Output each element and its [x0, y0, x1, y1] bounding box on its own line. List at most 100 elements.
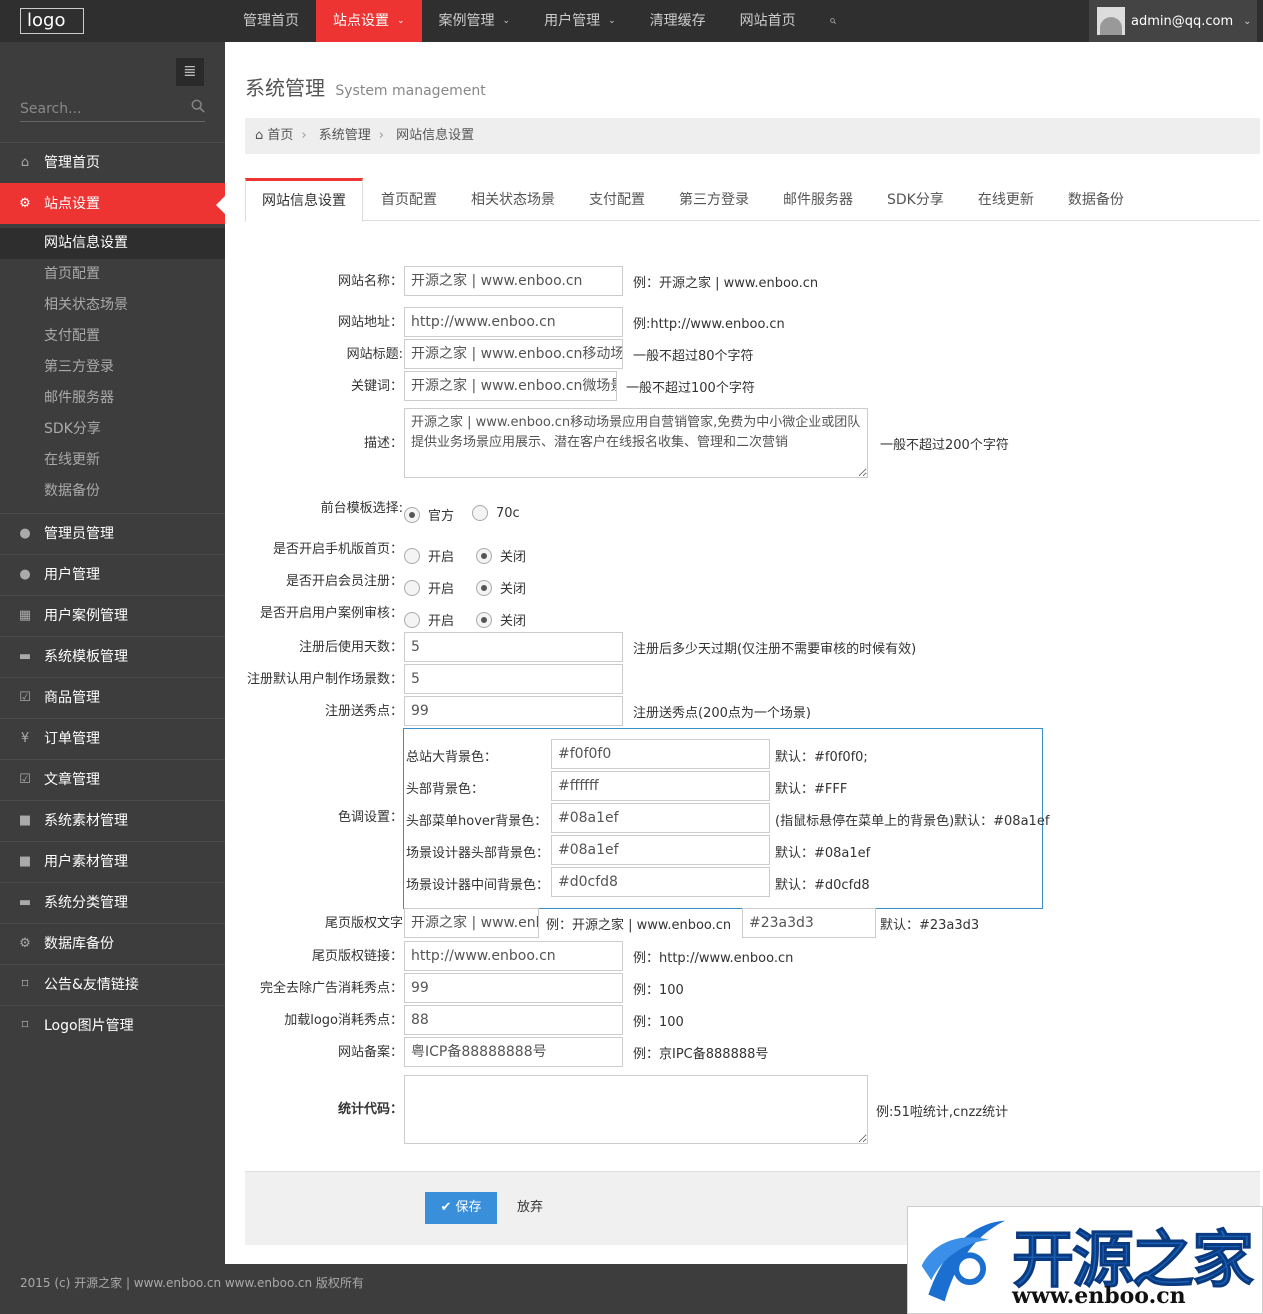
tab-payment[interactable]: 支付配置: [573, 178, 661, 221]
footer-text-input[interactable]: 开源之家 | www.enboo.cn: [404, 908, 539, 938]
menu-toggle-icon[interactable]: ≣: [176, 58, 204, 86]
tab-online-update[interactable]: 在线更新: [962, 178, 1050, 221]
reg-scenes-label: 注册默认用户制作场景数：: [246, 672, 403, 687]
site-url-input[interactable]: http://www.enboo.cn: [404, 307, 623, 337]
submenu-data-backup[interactable]: 数据备份: [0, 476, 225, 507]
reg-points-input[interactable]: 99: [404, 696, 623, 726]
mobile-home-radio-off[interactable]: 关闭: [476, 546, 526, 565]
designer-middle-color-input[interactable]: #d0cfd8: [551, 867, 770, 897]
sidebar-item-db-backup[interactable]: ⚙ 数据库备份: [0, 923, 225, 964]
nav-site-home[interactable]: 网站首页: [723, 0, 813, 42]
member-register-radio-on[interactable]: 开启: [404, 578, 454, 597]
cancel-button[interactable]: 放弃: [517, 1192, 543, 1224]
sidebar-item-announcements[interactable]: ⌑ 公告&友情链接: [0, 964, 225, 1005]
bookmark-icon: ⌑: [21, 1018, 29, 1033]
mobile-home-radio-on[interactable]: 开启: [404, 546, 454, 565]
tab-mail-server[interactable]: 邮件服务器: [767, 178, 869, 221]
header-bg-color-input[interactable]: #ffffff: [551, 771, 770, 801]
submenu-mail-server[interactable]: 邮件服务器: [0, 383, 225, 414]
radio-unchecked[interactable]: [404, 611, 420, 628]
template-radio-official[interactable]: 官方: [404, 505, 454, 524]
color-hint: 默认：#08a1ef: [775, 846, 871, 861]
sidebar-item-categories[interactable]: ▬ 系统分类管理: [0, 882, 225, 923]
search-icon[interactable]: [813, 0, 853, 42]
nav-case-management[interactable]: 案例管理 ⌄: [422, 0, 528, 42]
footer-link-input[interactable]: http://www.enboo.cn: [404, 941, 623, 971]
form-row-keywords: 关键词： 开源之家 | www.enboo.cn微场景 一般不超过100个字符: [225, 371, 1263, 403]
page-title-text: 系统管理: [245, 76, 325, 100]
description-textarea[interactable]: 开源之家 | www.enboo.cn移动场景应用自营销管家,免费为中小微企业或…: [404, 408, 868, 478]
sidebar-item-products[interactable]: ☑ 商品管理: [0, 677, 225, 718]
member-register-radio-off[interactable]: 关闭: [476, 578, 526, 597]
keywords-input[interactable]: 开源之家 | www.enboo.cn微场景: [404, 371, 617, 401]
logo[interactable]: logo: [20, 8, 84, 34]
search-icon[interactable]: [191, 98, 205, 120]
case-review-radio-off[interactable]: 关闭: [476, 610, 526, 629]
sidebar-item-admin-home[interactable]: ⌂ 管理首页: [0, 142, 225, 183]
radio-unchecked[interactable]: [404, 547, 420, 564]
tab-data-backup[interactable]: 数据备份: [1052, 178, 1140, 221]
sidebar-search-input[interactable]: Search...: [20, 98, 205, 122]
user-menu[interactable]: admin@qq.com ⌄: [1089, 0, 1257, 42]
nav-site-settings[interactable]: 站点设置 ⌄: [316, 0, 422, 42]
breadcrumb-home[interactable]: 首页: [267, 128, 293, 143]
nav-user-management[interactable]: 用户管理 ⌄: [527, 0, 633, 42]
save-button[interactable]: ✔ 保存: [425, 1192, 497, 1224]
nav-clear-cache[interactable]: 清理缓存: [633, 0, 723, 42]
radio-label: 开启: [428, 550, 455, 565]
menu-hover-color-input[interactable]: #08a1ef: [551, 803, 770, 833]
load-logo-input[interactable]: 88: [404, 1005, 623, 1035]
breadcrumb-system[interactable]: 系统管理: [319, 128, 371, 143]
submenu-status-scenes[interactable]: 相关状态场景: [0, 290, 225, 321]
sidebar-item-user-cases[interactable]: ▦ 用户案例管理: [0, 595, 225, 636]
submenu-online-update[interactable]: 在线更新: [0, 445, 225, 476]
submenu-site-info[interactable]: 网站信息设置: [0, 228, 225, 259]
sidebar-item-orders[interactable]: ¥ 订单管理: [0, 718, 225, 759]
submenu-sdk-share[interactable]: SDK分享: [0, 414, 225, 445]
footer-text-color-input[interactable]: #23a3d3: [742, 908, 876, 938]
radio-checked[interactable]: [476, 579, 492, 596]
submenu-payment[interactable]: 支付配置: [0, 321, 225, 352]
submenu-third-party-login[interactable]: 第三方登录: [0, 352, 225, 383]
icp-input[interactable]: 粤ICP备88888888号: [404, 1037, 623, 1067]
radio-checked[interactable]: [404, 506, 420, 523]
designer-header-color-input[interactable]: #08a1ef: [551, 835, 770, 865]
sidebar-item-templates[interactable]: ▬ 系统模板管理: [0, 636, 225, 677]
case-review-radio-on[interactable]: 开启: [404, 610, 454, 629]
tab-status-scenes[interactable]: 相关状态场景: [455, 178, 571, 221]
sidebar-item-logo-images[interactable]: ⌑ Logo图片管理: [0, 1005, 225, 1046]
color-label: 场景设计器头部背景色：: [406, 846, 550, 861]
load-logo-label: 加载logo消耗秀点：: [284, 1013, 403, 1028]
site-name-input[interactable]: 开源之家 | www.enboo.cn: [404, 266, 623, 296]
tab-sdk-share[interactable]: SDK分享: [871, 178, 960, 221]
radio-unchecked[interactable]: [472, 505, 488, 521]
tab-site-info[interactable]: 网站信息设置: [245, 178, 363, 222]
sidebar-item-admins[interactable]: ● 管理员管理: [0, 513, 225, 554]
tab-third-party-login[interactable]: 第三方登录: [663, 178, 765, 221]
sidebar-item-user-materials[interactable]: ■ 用户素材管理: [0, 841, 225, 882]
site-bg-color-input[interactable]: #f0f0f0: [551, 739, 770, 769]
radio-unchecked[interactable]: [404, 579, 420, 596]
site-title-input[interactable]: 开源之家 | www.enboo.cn移动场: [404, 339, 623, 369]
radio-checked[interactable]: [476, 547, 492, 564]
tab-home-config[interactable]: 首页配置: [365, 178, 453, 221]
radio-checked[interactable]: [476, 611, 492, 628]
submenu-home-config[interactable]: 首页配置: [0, 259, 225, 290]
sidebar-menu: ⌂ 管理首页 ⚙ 站点设置 网站信息设置 首页配置 相关状态场景 支付配置 第三方登…: [0, 142, 225, 1046]
reg-days-input[interactable]: 5: [404, 632, 623, 662]
sidebar-item-articles[interactable]: ☑ 文章管理: [0, 759, 225, 800]
sidebar-item-site-settings[interactable]: ⚙ 站点设置: [0, 183, 225, 224]
user-icon: ●: [19, 526, 31, 541]
sidebar-item-label: 管理首页: [44, 155, 100, 171]
reg-days-hint: 注册后多少天过期(仅注册不需要审核的时候有效): [633, 642, 917, 657]
sidebar-item-users[interactable]: ● 用户管理: [0, 554, 225, 595]
site-url-hint: 例:http://www.enboo.cn: [633, 317, 785, 332]
save-label: 保存: [455, 1200, 482, 1215]
nav-admin-home[interactable]: 管理首页: [226, 0, 316, 42]
reg-scenes-input[interactable]: 5: [404, 664, 623, 694]
sidebar-item-system-materials[interactable]: ■ 系统素材管理: [0, 800, 225, 841]
remove-ads-input[interactable]: 99: [404, 973, 623, 1003]
breadcrumb-current: 网站信息设置: [396, 128, 475, 143]
template-radio-70c[interactable]: 70c: [472, 505, 520, 521]
stats-code-textarea[interactable]: [404, 1075, 868, 1144]
